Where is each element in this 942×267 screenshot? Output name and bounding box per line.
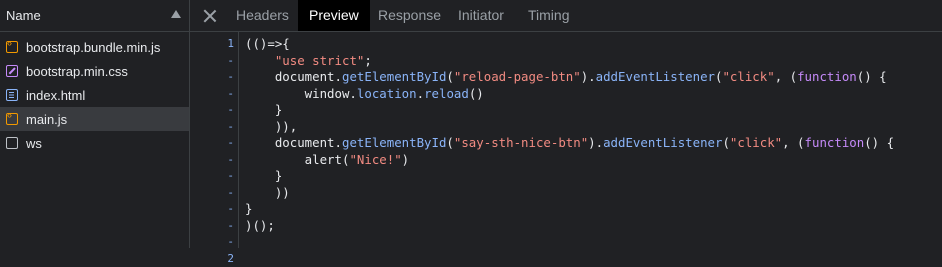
code-token: , ( [775,69,797,84]
code-token: addEventListener [596,69,715,84]
code-token: reload [424,86,469,101]
code-line: document.getElementById("reload-page-btn… [245,69,894,86]
line-number: - [190,218,234,235]
request-row-index-html[interactable]: index.html [0,83,189,107]
name-column-label: Name [6,8,41,23]
code-token: ). [581,69,596,84]
js-file-icon [6,41,18,53]
code-line: alert("Nice!") [245,152,894,169]
html-file-icon [6,89,18,101]
code-line: window.location.reload() [245,86,894,103]
code-token: () { [864,135,894,150]
request-row-bootstrap-min-css[interactable]: bootstrap.min.css [0,59,189,83]
line-number: - [190,185,234,202]
code-line: } [245,168,894,185]
code-token: "Nice!" [349,152,401,167]
request-row-ws[interactable]: ws [0,131,189,155]
line-number: - [190,86,234,103]
line-number: - [190,135,234,152]
code-token: )), [245,119,297,134]
line-number: - [190,152,234,169]
line-number: - [190,119,234,136]
code-token: } [245,201,252,216]
code-token: "click" [722,69,774,84]
code-token: window. [245,86,357,101]
code-token: "reload-page-btn" [454,69,581,84]
request-list-panel: Name bootstrap.bundle.min.js bootstrap.mi… [0,0,189,248]
code-token: () { [857,69,887,84]
line-number: - [190,69,234,86]
code-token: , ( [782,135,804,150]
code-token: "say-sth-nice-btn" [454,135,588,150]
name-column-header[interactable]: Name [0,0,189,32]
code-token: ( [722,135,729,150]
line-number: - [190,201,234,218]
code-line: } [245,102,894,119]
code-token: function [797,69,857,84]
code-token: )) [245,185,290,200]
request-name: ws [26,136,42,151]
line-number-gutter: 1------------2 [190,36,234,267]
request-list: bootstrap.bundle.min.js bootstrap.min.css… [0,35,189,155]
js-file-icon [6,113,18,125]
line-number: - [190,168,234,185]
ws-file-icon [6,137,18,149]
code-line: )) [245,185,894,202]
code-token: getElementById [342,69,446,84]
code-token: . [417,86,424,101]
request-name: index.html [26,88,85,103]
code-content[interactable]: (()=>{ "use strict"; document.getElement… [245,36,894,251]
code-token: document. [245,135,342,150]
line-number: 1 [190,36,234,53]
line-number: 2 [190,251,234,267]
code-token: addEventListener [603,135,722,150]
code-line: )), [245,119,894,136]
line-number: - [190,234,234,251]
code-line: } [245,201,894,218]
code-line: document.getElementById("say-sth-nice-bt… [245,135,894,152]
code-line: "use strict"; [245,53,894,70]
request-name: bootstrap.bundle.min.js [26,40,160,55]
sort-ascending-icon[interactable] [171,10,181,18]
tab-preview[interactable]: Preview [298,0,370,31]
code-line: (()=>{ [245,36,894,53]
code-token: "use strict" [275,53,365,68]
code-token: getElementById [342,135,446,150]
request-name: main.js [26,112,67,127]
code-token: () [469,86,484,101]
code-token: ; [364,53,371,68]
request-row-main-js[interactable]: main.js [0,107,189,131]
detail-tabbar: Headers Preview Response Initiator Timin… [190,0,942,32]
code-token: ). [588,135,603,150]
close-icon[interactable] [202,8,218,24]
code-line: )(); [245,218,894,235]
line-number: - [190,53,234,70]
code-token: location [357,86,417,101]
tab-headers[interactable]: Headers [225,0,300,31]
code-token: alert( [245,152,349,167]
tab-response[interactable]: Response [367,0,452,31]
request-name: bootstrap.min.css [26,64,128,79]
code-line [245,234,894,251]
preview-code-editor[interactable]: 1------------2 (()=>{ "use strict"; docu… [190,32,942,248]
code-token [245,53,275,68]
code-token: ( [446,135,453,150]
tab-timing[interactable]: Timing [517,0,581,31]
code-token: document. [245,69,342,84]
line-number: - [190,102,234,119]
code-token: (()=>{ [245,36,290,51]
code-token: "click" [730,135,782,150]
code-token: )(); [245,218,275,233]
css-file-icon [6,65,18,77]
gutter-divider [238,32,239,248]
code-token: function [805,135,865,150]
request-row-bootstrap-bundle-min-js[interactable]: bootstrap.bundle.min.js [0,35,189,59]
code-token: ( [446,69,453,84]
tab-initiator[interactable]: Initiator [447,0,515,31]
code-token: } [245,102,282,117]
code-token: } [245,168,282,183]
code-token: ) [402,152,409,167]
